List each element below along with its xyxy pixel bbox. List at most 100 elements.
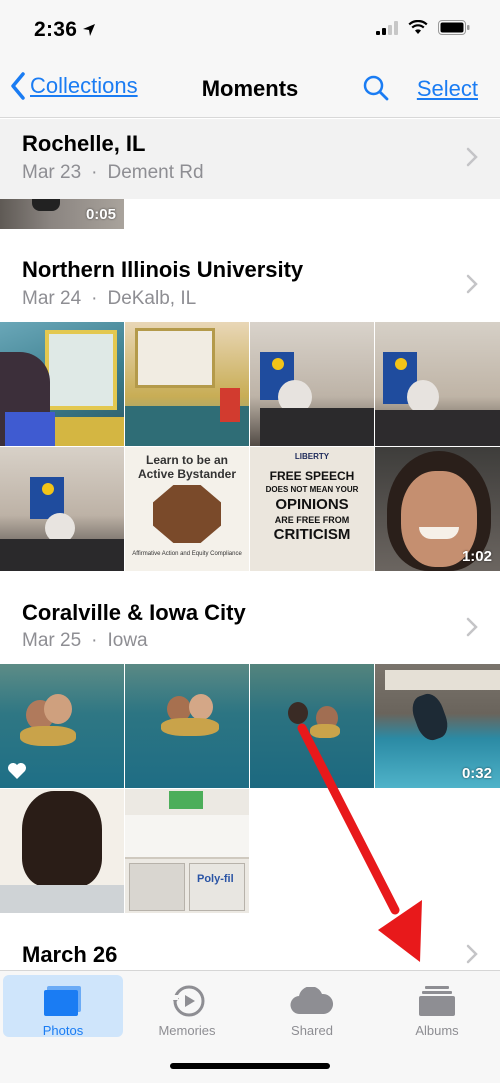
moment-subtitle: Mar 23 · Dement Rd bbox=[22, 162, 204, 183]
cellular-signal-icon bbox=[376, 20, 398, 35]
photo-thumbnail[interactable] bbox=[0, 789, 124, 913]
poster-text: Learn to be an bbox=[145, 453, 228, 467]
photo-detail bbox=[189, 694, 213, 720]
poster-text: CRITICISM bbox=[273, 526, 351, 543]
photo-detail bbox=[407, 380, 439, 414]
photo-detail bbox=[419, 527, 459, 539]
status-bar: 2:36 bbox=[0, 0, 500, 60]
video-duration: 0:05 bbox=[85, 206, 116, 223]
photo-detail bbox=[20, 726, 76, 746]
tab-photos[interactable]: Photos bbox=[3, 975, 123, 1038]
photo-detail bbox=[42, 483, 54, 495]
photo-detail bbox=[0, 539, 124, 571]
battery-icon bbox=[438, 20, 470, 35]
photo-thumbnail[interactable] bbox=[375, 322, 500, 446]
box-label: Poly-fil bbox=[197, 873, 234, 885]
photo-thumbnail[interactable] bbox=[0, 322, 124, 446]
memories-icon bbox=[172, 985, 205, 1017]
poster-text: FREE SPEECH bbox=[269, 469, 355, 483]
moment-place: Dement Rd bbox=[107, 162, 204, 183]
moment-date: Mar 23 bbox=[22, 162, 82, 183]
photo-detail bbox=[395, 358, 407, 370]
moment-header-march26[interactable]: March 26 bbox=[0, 918, 500, 970]
photo-thumbnail[interactable]: Learn to be an Active Bystander Affirmat… bbox=[125, 447, 249, 571]
home-indicator[interactable] bbox=[170, 1063, 330, 1069]
back-button[interactable]: Collections bbox=[10, 72, 138, 100]
photo-detail bbox=[375, 410, 500, 446]
search-button[interactable] bbox=[362, 74, 390, 107]
photo-detail bbox=[125, 815, 249, 859]
photo-thumbnail[interactable]: LIBERTY FREE SPEECH DOES NOT MEAN YOUR O… bbox=[250, 447, 374, 571]
photo-detail bbox=[288, 702, 308, 724]
photo-thumbnail[interactable] bbox=[125, 664, 249, 788]
tab-label: Shared bbox=[291, 1023, 333, 1038]
poster-text: ARE FREE FROM bbox=[274, 515, 350, 525]
poster-footer: Affirmative Action and Equity Compliance bbox=[132, 551, 242, 557]
status-time: 2:36 bbox=[34, 18, 78, 41]
photo-detail bbox=[161, 718, 219, 736]
photo-detail bbox=[44, 694, 72, 724]
video-thumbnail[interactable]: 0:05 bbox=[0, 199, 124, 229]
photo-detail bbox=[0, 885, 124, 913]
photo-detail bbox=[385, 670, 500, 690]
tab-memories[interactable]: Memories bbox=[127, 975, 247, 1038]
select-button[interactable]: Select bbox=[417, 76, 478, 102]
poster-text: DOES NOT MEAN YOUR bbox=[265, 485, 359, 494]
photo-thumbnail[interactable] bbox=[0, 664, 124, 788]
moment-title: Northern Illinois University bbox=[22, 257, 304, 282]
tab-label: Memories bbox=[158, 1023, 216, 1038]
moment-title: Coralville & Iowa City bbox=[22, 600, 246, 625]
back-button-label: Collections bbox=[30, 73, 138, 98]
chevron-left-icon bbox=[11, 72, 25, 100]
photo-thumbnail[interactable] bbox=[125, 322, 249, 446]
poster-text: Active Bystander bbox=[137, 467, 237, 481]
moment-header-rochelle[interactable]: Rochelle, IL Mar 23 · Dement Rd bbox=[0, 119, 500, 199]
video-duration: 1:02 bbox=[461, 548, 492, 565]
chevron-right-icon bbox=[466, 274, 478, 294]
moment-place: DeKalb, IL bbox=[107, 288, 197, 309]
tab-shared[interactable]: Shared bbox=[252, 975, 372, 1038]
video-duration: 0:32 bbox=[461, 765, 492, 782]
favorite-heart-icon bbox=[8, 763, 26, 779]
wifi-icon bbox=[408, 20, 428, 34]
search-icon bbox=[363, 75, 389, 101]
location-arrow-icon bbox=[83, 24, 95, 36]
navigation-bar: Collections Moments Select bbox=[0, 60, 500, 118]
photo-detail bbox=[189, 863, 245, 911]
moment-header-niu[interactable]: Northern Illinois University Mar 24 · DeKa… bbox=[0, 236, 500, 322]
photo-detail bbox=[169, 791, 203, 809]
chevron-right-icon bbox=[466, 944, 478, 964]
braided-hair-graphic bbox=[22, 791, 102, 887]
stop-sign-graphic bbox=[153, 485, 221, 543]
photo-thumbnail[interactable]: Poly-fil bbox=[125, 789, 249, 913]
photo-detail bbox=[5, 412, 55, 446]
photo-thumbnail[interactable] bbox=[250, 322, 374, 446]
albums-icon bbox=[419, 986, 455, 1016]
video-thumbnail[interactable]: 1:02 bbox=[375, 447, 500, 571]
photo-detail bbox=[408, 690, 452, 744]
tab-label: Photos bbox=[42, 1023, 84, 1038]
poster-text: OPINIONS bbox=[275, 496, 349, 513]
photo-detail bbox=[129, 863, 185, 911]
photo-detail bbox=[272, 358, 284, 370]
photos-icon bbox=[44, 986, 81, 1016]
tab-bar: Photos Memories Shared Albums bbox=[0, 970, 500, 1083]
photo-detail bbox=[45, 330, 117, 410]
photo-detail bbox=[310, 724, 340, 738]
moment-header-coralville[interactable]: Coralville & Iowa City Mar 25 · Iowa bbox=[0, 572, 500, 664]
tab-albums[interactable]: Albums bbox=[377, 975, 497, 1038]
tab-label: Albums bbox=[415, 1023, 459, 1038]
chevron-right-icon bbox=[466, 147, 478, 167]
poster-header: LIBERTY bbox=[294, 452, 330, 461]
moment-title: Rochelle, IL bbox=[22, 131, 146, 156]
photo-detail bbox=[135, 328, 215, 388]
moment-date: Mar 25 bbox=[22, 630, 82, 651]
photo-thumbnail[interactable] bbox=[250, 664, 374, 788]
moment-place: Iowa bbox=[107, 630, 148, 651]
photo-detail bbox=[32, 199, 60, 211]
video-thumbnail[interactable]: 0:32 bbox=[375, 664, 500, 788]
moment-date: Mar 24 bbox=[22, 288, 82, 309]
photo-detail bbox=[220, 388, 240, 422]
photo-thumbnail[interactable] bbox=[0, 447, 124, 571]
photo-detail bbox=[55, 417, 124, 446]
